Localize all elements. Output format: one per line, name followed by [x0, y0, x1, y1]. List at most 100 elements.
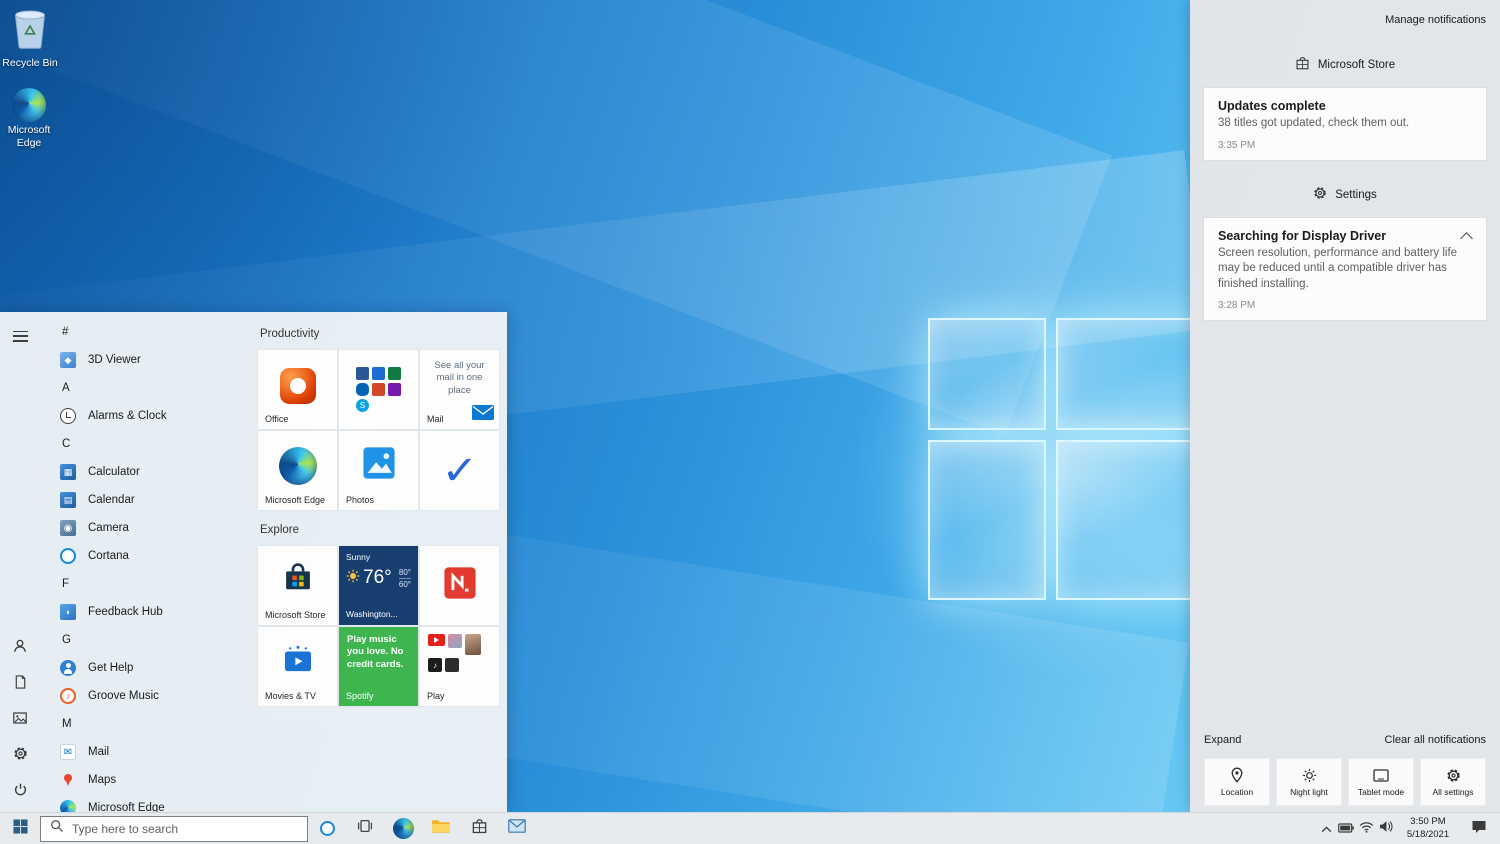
cortana-icon [320, 821, 335, 836]
app-item-mail[interactable]: Mail [52, 738, 252, 766]
start-menu-rail [0, 312, 40, 812]
app-item-calculator[interactable]: Calculator [52, 458, 252, 486]
app-item-get-help[interactable]: Get Help [52, 654, 252, 682]
recycle-bin-icon [10, 6, 50, 55]
tile-play[interactable]: Play [420, 627, 499, 706]
weather-location: Washington... [346, 609, 398, 619]
task-view-icon [357, 818, 373, 839]
quick-action-tablet-mode[interactable]: Tablet mode [1348, 758, 1414, 806]
quick-action-location[interactable]: Location [1204, 758, 1270, 806]
tablet-mode-icon [1373, 767, 1389, 783]
app-list-header-a[interactable]: A [52, 374, 252, 402]
quick-action-night-light[interactable]: Night light [1276, 758, 1342, 806]
desktop: Recycle Bin Microsoft Edge [0, 0, 1500, 844]
app-item-label: Alarms & Clock [88, 410, 167, 422]
cortana-button[interactable] [308, 813, 346, 844]
tile-movies-tv[interactable]: Movies & TV [258, 627, 337, 706]
network-tray-button[interactable] [1356, 813, 1376, 844]
windows-logo-icon [13, 819, 28, 839]
windows-logo-pane [928, 440, 1046, 600]
tile-mail[interactable]: See all your mail in one place Mail [420, 350, 499, 429]
app-list-header-f[interactable]: F [52, 570, 252, 598]
taskbar-store-button[interactable] [460, 813, 498, 844]
weather-temp: 76° [363, 567, 392, 589]
tile-to-do[interactable] [420, 431, 499, 510]
app-list-header-label: C [62, 438, 70, 450]
tile-weather[interactable]: Sunny 76° 80° 60° Washington... [339, 546, 418, 625]
app-item-label: Camera [88, 522, 129, 534]
desktop-icon-recycle-bin[interactable]: Recycle Bin [0, 6, 66, 70]
start-button[interactable] [0, 813, 40, 844]
notification-list: Microsoft Store Updates complete 38 titl… [1190, 0, 1500, 320]
windows-logo-pane [928, 318, 1046, 430]
battery-tray-button[interactable] [1336, 813, 1356, 844]
tile-office-apps[interactable] [339, 350, 418, 429]
notification-card[interactable]: Searching for Display Driver Screen reso… [1204, 218, 1486, 321]
taskbar-clock[interactable]: 3:50 PM 5/18/2021 [1396, 816, 1460, 841]
app-item-label: Mail [88, 746, 109, 758]
documents-button[interactable] [0, 666, 40, 702]
taskbar-mail-button[interactable] [498, 813, 536, 844]
notification-card[interactable]: Updates complete 38 titles got updated, … [1204, 88, 1486, 160]
app-list-header-g[interactable]: G [52, 626, 252, 654]
desktop-icon-microsoft-edge[interactable]: Microsoft Edge [0, 88, 65, 149]
taskbar-search-box[interactable] [40, 816, 308, 842]
notification-group-header[interactable]: Settings [1190, 186, 1500, 204]
desktop-icon-label: Microsoft Edge [0, 124, 59, 149]
notification-title: Searching for Display Driver [1218, 229, 1472, 243]
pictures-button[interactable] [0, 702, 40, 738]
notification-body: 38 titles got updated, check them out. [1218, 116, 1472, 132]
manage-notifications-link[interactable]: Manage notifications [1385, 14, 1486, 26]
power-icon [13, 782, 28, 802]
app-list-header-label: M [62, 718, 72, 730]
app-item-calendar[interactable]: Calendar [52, 486, 252, 514]
tile-label: Microsoft Edge [265, 495, 325, 505]
tile-spotify[interactable]: Play music you love. No credit cards. Sp… [339, 627, 418, 706]
app-list-header-label: F [62, 578, 69, 590]
tile-group-label-productivity[interactable]: Productivity [260, 328, 499, 342]
app-list-header-num[interactable]: # [52, 318, 252, 346]
app-item-cortana[interactable]: Cortana [52, 542, 252, 570]
task-view-button[interactable] [346, 813, 384, 844]
tile-photos[interactable]: Photos [339, 431, 418, 510]
edge-icon [393, 818, 414, 839]
start-menu-expand-button[interactable] [0, 318, 40, 354]
app-list-header-m[interactable]: M [52, 710, 252, 738]
expand-link[interactable]: Expand [1204, 734, 1241, 746]
excel-icon [388, 367, 401, 380]
notification-group-header[interactable]: Microsoft Store [1190, 56, 1500, 74]
app-item-feedback-hub[interactable]: Feedback Hub [52, 598, 252, 626]
app-item-3d-viewer[interactable]: 3D Viewer [52, 346, 252, 374]
app-item-camera[interactable]: Camera [52, 514, 252, 542]
tile-news[interactable] [420, 546, 499, 625]
windows-logo-pane [1056, 440, 1206, 600]
app-item-label: 3D Viewer [88, 354, 141, 366]
power-button[interactable] [0, 774, 40, 810]
app-item-groove-music[interactable]: Groove Music [52, 682, 252, 710]
app-item-maps[interactable]: Maps [52, 766, 252, 794]
taskbar-edge-button[interactable] [384, 813, 422, 844]
search-input[interactable] [72, 822, 298, 836]
app-item-alarms-clock[interactable]: Alarms & Clock [52, 402, 252, 430]
clear-all-notifications-link[interactable]: Clear all notifications [1385, 734, 1487, 746]
cortana-icon [60, 548, 76, 564]
tile-microsoft-store[interactable]: Microsoft Store [258, 546, 337, 625]
quick-action-all-settings[interactable]: All settings [1420, 758, 1486, 806]
maps-icon [60, 772, 76, 788]
document-icon [13, 674, 28, 695]
action-center-button[interactable] [1460, 813, 1498, 844]
file-explorer-button[interactable] [422, 813, 460, 844]
app-item-edge[interactable]: Microsoft Edge [52, 794, 252, 812]
tile-group-label-explore[interactable]: Explore [260, 524, 499, 538]
account-button[interactable] [0, 630, 40, 666]
volume-tray-button[interactable] [1376, 813, 1396, 844]
app-item-label: Groove Music [88, 690, 159, 702]
settings-button[interactable] [0, 738, 40, 774]
tile-office[interactable]: Office [258, 350, 337, 429]
app-list-header-c[interactable]: C [52, 430, 252, 458]
tile-microsoft-edge[interactable]: Microsoft Edge [258, 431, 337, 510]
app-list-header-label: A [62, 382, 70, 394]
hidden-icons-button[interactable] [1316, 813, 1336, 844]
weather-main: 76° 80° 60° [346, 567, 411, 589]
quick-action-label: Tablet mode [1358, 787, 1404, 797]
